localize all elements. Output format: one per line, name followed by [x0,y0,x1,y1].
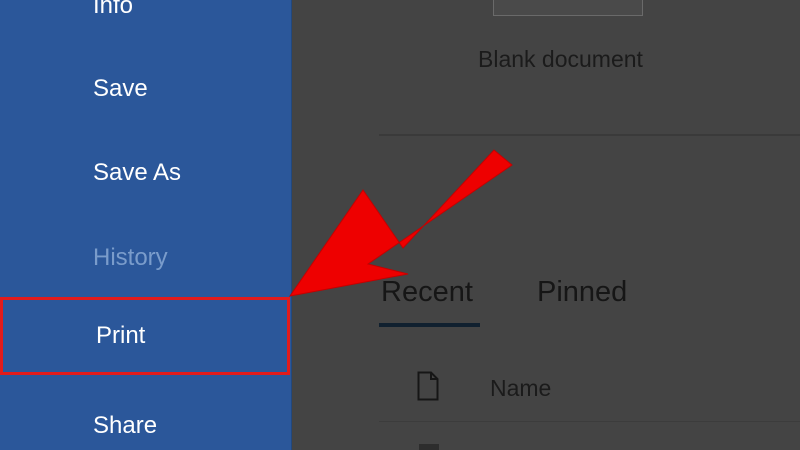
sidebar-item-label: Info [93,0,134,19]
list-row-separator [379,421,800,422]
sidebar-item-info[interactable]: Info [0,0,292,44]
section-divider [379,134,800,136]
sidebar-item-label: History [93,244,168,271]
sidebar-item-label: Save As [93,159,182,186]
active-tab-indicator [379,323,480,327]
sidebar-item-label: Save [93,75,148,102]
tab-recent[interactable]: Recent [381,276,473,309]
tab-pinned[interactable]: Pinned [537,276,627,309]
sidebar-item-history: History [0,220,292,296]
blank-document-thumbnail[interactable] [493,0,643,16]
sidebar-item-print[interactable]: Print [0,297,290,375]
sidebar-item-label: Share [93,412,158,439]
blank-document-label[interactable]: Blank document [478,46,643,73]
sidebar-item-label: Print [96,322,146,349]
backstage-main: Blank document Recent Pinned Name [293,0,800,450]
backstage-sidebar: Info Save Save As History Print Share [0,0,292,450]
list-item[interactable] [419,444,439,450]
sidebar-item-save-as[interactable]: Save As [0,135,292,211]
file-icon [417,371,439,401]
column-header-name[interactable]: Name [490,375,551,402]
sidebar-item-share[interactable]: Share [0,388,292,450]
sidebar-item-save[interactable]: Save [0,51,292,127]
